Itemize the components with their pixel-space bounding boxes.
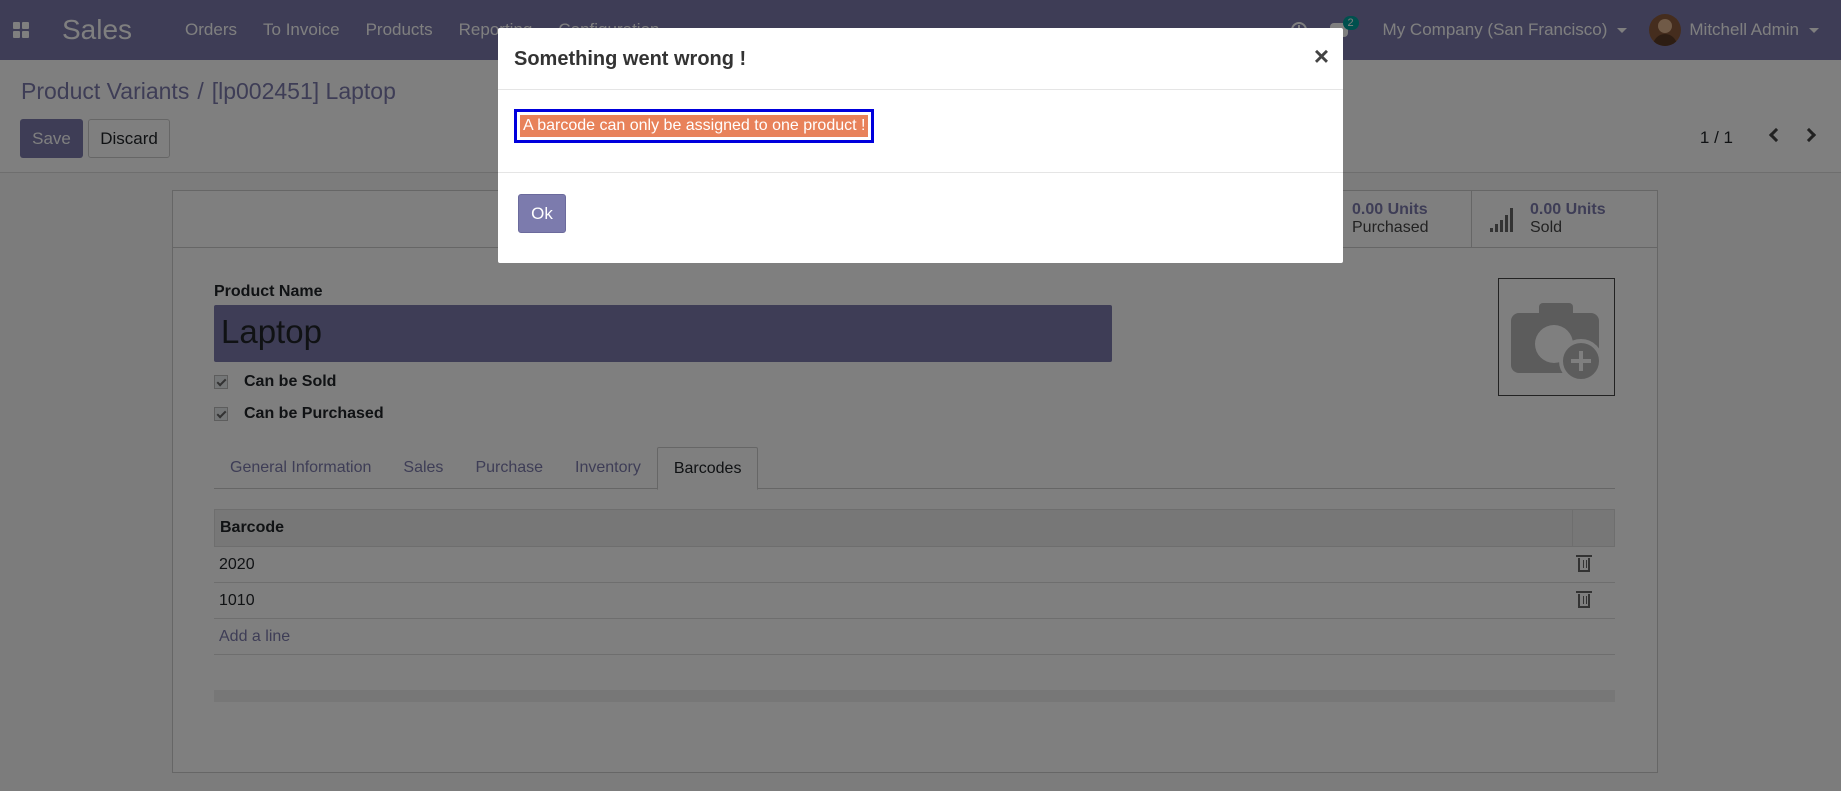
ok-button[interactable]: Ok (518, 194, 566, 233)
dialog-title: Something went wrong ! (514, 48, 747, 70)
error-message-highlight: A barcode can only be assigned to one pr… (514, 109, 875, 143)
close-icon[interactable]: × (1314, 43, 1329, 69)
dialog-body: A barcode can only be assigned to one pr… (498, 90, 1343, 173)
error-message: A barcode can only be assigned to one pr… (520, 115, 869, 137)
error-dialog: Something went wrong ! × A barcode can o… (498, 28, 1343, 263)
dialog-header: Something went wrong ! × (498, 28, 1343, 90)
dialog-footer: Ok (498, 173, 1343, 262)
